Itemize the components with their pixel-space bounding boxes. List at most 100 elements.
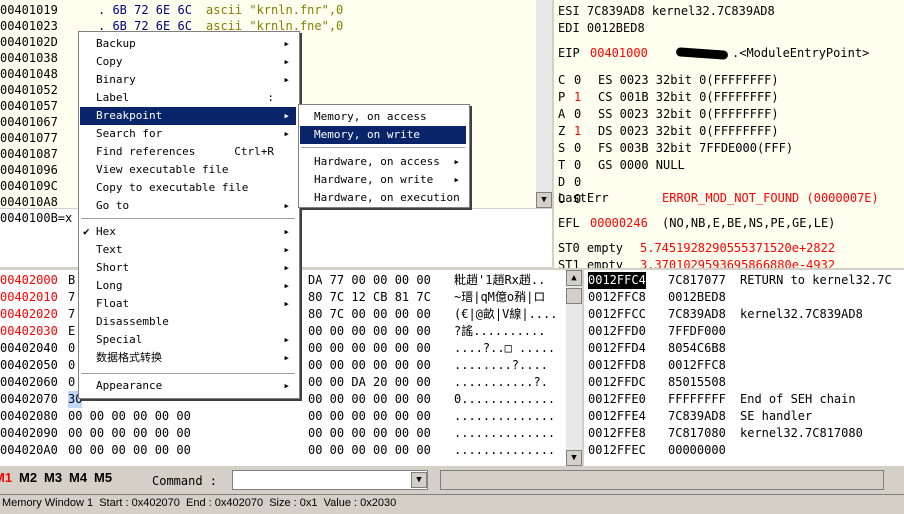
- dump-hex-lead: 0: [68, 358, 76, 372]
- memory-tab[interactable]: M1: [0, 471, 12, 485]
- stack-address[interactable]: 0012FFD8: [588, 357, 646, 374]
- disasm-address: 0040102D: [0, 35, 58, 49]
- memory-tab[interactable]: M2: [19, 471, 37, 485]
- scroll-down-icon[interactable]: ▼: [566, 450, 582, 466]
- menu-item[interactable]: View executable file: [80, 161, 296, 179]
- dump-address: 00402080: [0, 409, 58, 423]
- breakpoint-submenu[interactable]: Memory, on access Memory, on write Hardwar…: [298, 104, 470, 208]
- memory-tab[interactable]: M5: [94, 471, 112, 485]
- disasm-info-text: 0040100B=x: [0, 211, 73, 225]
- flag-value: 0: [574, 107, 582, 121]
- dump-hex: 80 7C 00 00 00 00: [308, 307, 431, 321]
- dump-hex-lead: 0: [68, 375, 76, 389]
- menu-item[interactable]: Search for ▸: [80, 125, 296, 143]
- stack-address[interactable]: 0012FFD0: [588, 323, 646, 340]
- menu-item[interactable]: Backup ▸: [80, 35, 296, 53]
- stack-address[interactable]: 0012FFC4: [588, 272, 646, 289]
- reg-st0-value: 5.7451928290555371520e+2822: [640, 241, 836, 255]
- menu-item[interactable]: Float ▸: [80, 295, 296, 313]
- dump-hex-lead: 0: [68, 341, 76, 355]
- submenu-arrow-icon: ▸: [283, 55, 290, 68]
- flag-name: C: [558, 73, 566, 87]
- menu-item[interactable]: Appearance ▸: [80, 377, 296, 395]
- breakpoint-menu-item[interactable]: Hardware, on execution: [300, 189, 466, 207]
- menu-item[interactable]: Label:: [80, 89, 296, 107]
- registers-pane[interactable]: ESI 7C839AD8 kernel32.7C839AD8 EDI 0012B…: [554, 0, 904, 268]
- menu-item-label: Long: [96, 279, 123, 292]
- stack-value: 85015508: [668, 375, 726, 389]
- memory-tab[interactable]: M4: [69, 471, 87, 485]
- menu-item[interactable]: Text ▸: [80, 241, 296, 259]
- menu-item[interactable]: Short ▸: [80, 259, 296, 277]
- stack-pane[interactable]: 0012FFC4 7C817077 RETURN to kernel32.7C 001…: [584, 270, 904, 466]
- command-label: Command :: [152, 474, 218, 488]
- menu-item[interactable]: Disassemble: [80, 313, 296, 331]
- menu-item[interactable]: Breakpoint ▸: [80, 107, 296, 125]
- dump-ascii: ........?....: [454, 358, 548, 372]
- scroll-thumb[interactable]: [566, 288, 582, 304]
- menu-item-label: Text: [96, 243, 123, 256]
- stack-address[interactable]: 0012FFDC: [588, 374, 646, 391]
- flag-name: S: [558, 141, 566, 155]
- menu-separator: [301, 147, 465, 148]
- menu-item[interactable]: Special ▸: [80, 331, 296, 349]
- dump-hex-lead: 7: [68, 307, 76, 321]
- dump-hex: DA 77 00 00 00 00: [308, 273, 431, 287]
- stack-address[interactable]: 0012FFC8: [588, 289, 646, 306]
- scroll-up-icon[interactable]: ▲: [566, 270, 582, 286]
- stack-value: FFFFFFFF: [668, 392, 726, 406]
- disasm-address: 00401038: [0, 51, 58, 65]
- submenu-arrow-icon: ▸: [283, 261, 290, 274]
- menu-item[interactable]: Go to ▸: [80, 197, 296, 215]
- menu-item-label: Memory, on write: [314, 128, 420, 141]
- breakpoint-menu-item[interactable]: Hardware, on write ▸: [300, 171, 466, 189]
- stack-address[interactable]: 0012FFE4: [588, 408, 646, 425]
- stack-address[interactable]: 0012FFE8: [588, 425, 646, 442]
- reg-st0-label: ST0 empty: [558, 241, 624, 255]
- disasm-scrollbar[interactable]: ▼: [536, 0, 552, 208]
- reg-eip-label: EIP: [558, 46, 580, 60]
- dropdown-arrow-icon[interactable]: ▼: [411, 472, 427, 488]
- reg-st1-value: 3.3701029593695866880e-4932: [640, 258, 836, 268]
- disasm-address: 00401019: [0, 3, 58, 17]
- menu-item[interactable]: Copy to executable file: [80, 179, 296, 197]
- reg-efl-label: EFL: [558, 216, 580, 230]
- menu-item[interactable]: Binary ▸: [80, 71, 296, 89]
- breakpoint-menu-item[interactable]: Memory, on access: [300, 108, 466, 126]
- stack-address[interactable]: 0012FFD4: [588, 340, 646, 357]
- submenu-arrow-icon: ▸: [283, 333, 290, 346]
- dump-hex: 00 00 00 00 00 00: [308, 358, 431, 372]
- menu-item[interactable]: 数据格式转换 ▸: [80, 349, 296, 367]
- dump-hex: 00 00 00 00 00 00: [308, 392, 431, 406]
- submenu-arrow-icon: ▸: [283, 243, 290, 256]
- menu-shortcut: Ctrl+R: [234, 145, 274, 158]
- scroll-down-icon[interactable]: ▼: [536, 192, 552, 208]
- stack-value: 7C839AD8: [668, 307, 726, 321]
- menu-item-label: Hardware, on execution: [314, 191, 460, 204]
- menu-item[interactable]: Find references Ctrl+R: [80, 143, 296, 161]
- breakpoint-menu-item[interactable]: Memory, on write: [300, 126, 466, 144]
- stack-address[interactable]: 0012FFEC: [588, 442, 646, 459]
- menu-item[interactable]: Long ▸: [80, 277, 296, 295]
- menu-item-label: Disassemble: [96, 315, 169, 328]
- dump-address: 00402020: [0, 307, 58, 321]
- flag-name: T: [558, 158, 566, 172]
- disasm-address: 00401087: [0, 147, 58, 161]
- dump-hex: 80 7C 12 CB 81 7C: [308, 290, 431, 304]
- segment-register: GS 0000 NULL: [598, 158, 685, 172]
- stack-comment: RETURN to kernel32.7C: [740, 273, 892, 287]
- status-text: Memory Window 1 Start : 0x402070 End : 0…: [2, 497, 397, 509]
- context-menu[interactable]: Backup ▸ Copy ▸ Binary ▸ Label: Breakpoint ▸ Sear…: [78, 31, 300, 399]
- menu-shortcut: :: [267, 91, 274, 104]
- dump-scrollbar[interactable]: ▲ ▼: [566, 270, 582, 466]
- breakpoint-menu-item[interactable]: Hardware, on access ▸: [300, 153, 466, 171]
- stack-address[interactable]: 0012FFCC: [588, 306, 646, 323]
- dump-hex-lead: 00 00 00 00 00 00: [68, 426, 191, 440]
- menu-item[interactable]: Copy ▸: [80, 53, 296, 71]
- submenu-arrow-icon: ▸: [283, 127, 290, 140]
- memory-tab[interactable]: M3: [44, 471, 62, 485]
- stack-address[interactable]: 0012FFE0: [588, 391, 646, 408]
- menu-item[interactable]: Hex ▸ ✔: [80, 223, 296, 241]
- command-input[interactable]: ▼: [232, 470, 428, 490]
- reg-efl-flags: (NO,NB,E,BE,NS,PE,GE,LE): [662, 216, 836, 230]
